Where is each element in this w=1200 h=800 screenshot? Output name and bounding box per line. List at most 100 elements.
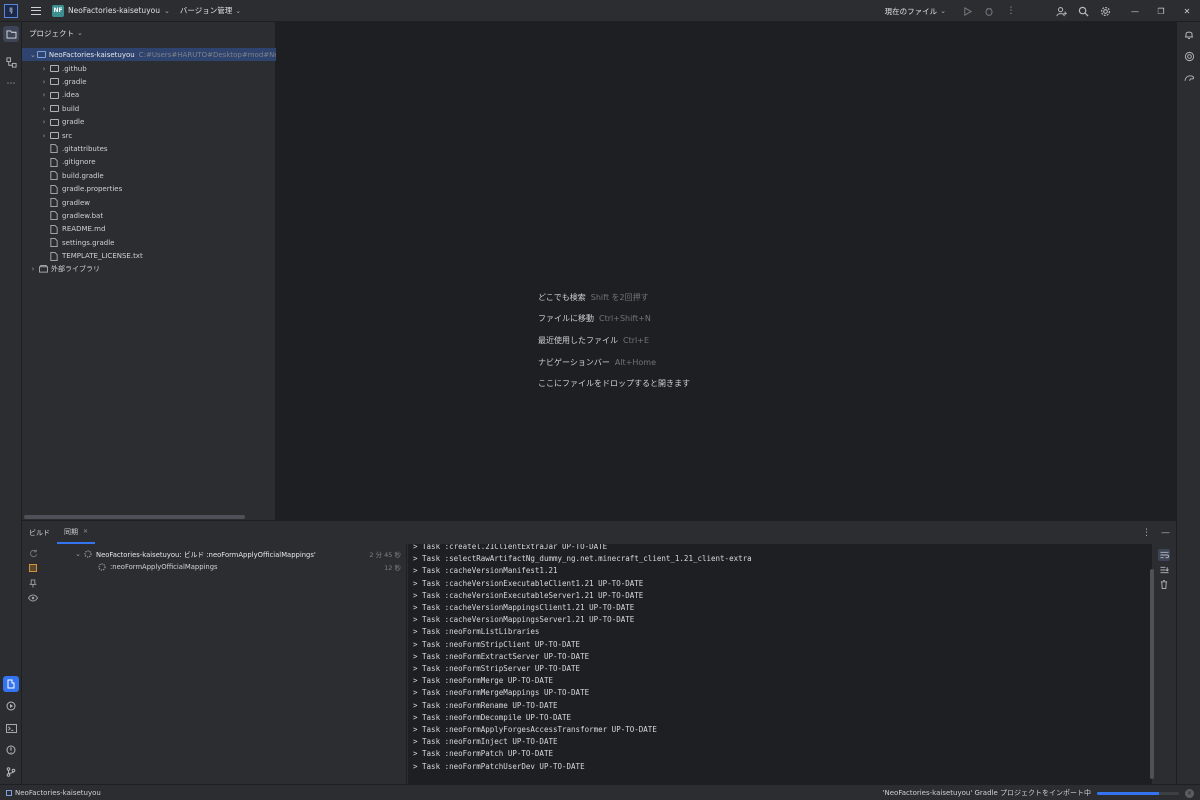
tab-build[interactable]: ビルド [22, 521, 57, 544]
more-options-icon[interactable]: ⋮ [1002, 2, 1020, 20]
build-tree-row[interactable]: ⌄ NeoFactories-kaisetuyou: ビルド :neoFormA… [44, 547, 407, 560]
hint-label: ファイルに移動 [538, 314, 594, 323]
project-badge: NF [52, 4, 64, 17]
stop-icon[interactable] [26, 561, 40, 575]
tree-item[interactable]: README.md [22, 223, 276, 236]
tree-item[interactable]: settings.gradle [22, 236, 276, 249]
ai-assistant-icon[interactable] [1181, 48, 1197, 64]
resync-icon[interactable] [26, 546, 40, 560]
structure-icon[interactable] [3, 54, 19, 70]
tab-sync[interactable]: 同期 ✕ [57, 521, 96, 544]
project-selector[interactable]: NF NeoFactories-kaisetuyou ⌄ [52, 4, 170, 17]
chevron-right-icon[interactable]: › [29, 265, 37, 273]
console-line: > Task :neoFormRename UP-TO-DATE [413, 700, 558, 710]
cancel-task-icon[interactable]: ✕ [1185, 788, 1194, 798]
folder-icon [49, 118, 59, 127]
chevron-right-icon[interactable]: › [40, 65, 48, 73]
search-icon[interactable] [1074, 2, 1092, 20]
pin-icon[interactable] [26, 576, 40, 590]
chevron-down-icon: ⌄ [940, 7, 946, 15]
file-icon [49, 251, 59, 261]
build-task-label: :neoFormApplyOfficialMappings [110, 562, 218, 571]
close-window-button[interactable]: ✕ [1174, 0, 1200, 22]
trash-icon[interactable] [1158, 578, 1170, 590]
console-line: > Task :neoFormInject UP-TO-DATE [413, 737, 558, 747]
more-options-icon[interactable]: ⋮ [1142, 528, 1151, 538]
hint-shortcut: Ctrl+E [623, 336, 649, 345]
problems-icon[interactable] [3, 742, 19, 758]
gear-icon[interactable] [1096, 2, 1114, 20]
tree-item[interactable]: build.gradle [22, 169, 276, 182]
chevron-right-icon[interactable]: › [40, 118, 48, 126]
folder-icon [49, 91, 59, 100]
folder-icon [49, 64, 59, 73]
build-task-label: NeoFactories-kaisetuyou: ビルド :neoFormApp… [96, 550, 316, 559]
tree-item[interactable]: .gitignore [22, 156, 276, 169]
console-line: > Task :neoFormPatchUserDev UP-TO-DATE [413, 761, 585, 771]
terminal-icon[interactable] [3, 720, 19, 736]
build-tool-icon[interactable] [3, 676, 19, 692]
add-user-icon[interactable] [1052, 2, 1070, 20]
debug-icon[interactable] [980, 2, 998, 20]
chevron-right-icon[interactable]: › [40, 78, 48, 86]
console-line: > Task :neoFormDecompile UP-TO-DATE [413, 712, 572, 722]
close-tab-icon[interactable]: ✕ [83, 528, 88, 535]
build-tree-row[interactable]: :neoFormApplyOfficialMappings 12 秒 [44, 560, 407, 573]
project-panel-header[interactable]: プロジェクト ⌄ [22, 22, 275, 44]
folder-icon [49, 77, 59, 86]
project-tool-icon[interactable] [3, 26, 19, 42]
tree-item[interactable]: gradlew.bat [22, 209, 276, 222]
hide-panel-icon[interactable]: — [1161, 528, 1170, 538]
build-task-time: 12 秒 [384, 563, 401, 572]
run-icon[interactable] [958, 2, 976, 20]
build-console-output[interactable]: > Task :createl.21ClientExtraJar UP-TO-D… [408, 544, 1152, 785]
main-menu-icon[interactable] [30, 5, 42, 17]
tree-root[interactable]: ⌄ NeoFactories-kaisetuyou C:#Users#HARUT… [22, 48, 276, 61]
horizontal-scrollbar[interactable] [24, 515, 245, 519]
minimize-button[interactable]: — [1122, 0, 1148, 22]
tree-item-label: .idea [62, 91, 80, 100]
chevron-right-icon[interactable]: › [40, 91, 48, 99]
chevron-down-icon: ⌄ [77, 29, 83, 37]
git-icon[interactable] [3, 764, 19, 780]
right-tool-strip [1176, 22, 1200, 784]
module-folder-icon [36, 50, 46, 59]
tree-item[interactable]: › src [22, 129, 276, 142]
tree-item-label: gradlew.bat [62, 211, 104, 220]
vcs-menu[interactable]: バージョン管理 ⌄ [180, 5, 241, 16]
tree-item[interactable]: gradlew [22, 196, 276, 209]
chevron-down-icon[interactable]: ⌄ [30, 51, 36, 59]
tree-item-label: README.md [62, 225, 106, 234]
tree-item[interactable]: › gradle [22, 116, 276, 129]
scroll-to-end-icon[interactable] [1158, 564, 1170, 576]
tree-item[interactable]: .gitattributes [22, 142, 276, 155]
more-tools-icon[interactable]: ⋯ [3, 76, 19, 92]
soft-wrap-icon[interactable] [1158, 549, 1170, 561]
notifications-icon[interactable] [1181, 26, 1197, 42]
run-tool-icon[interactable] [3, 698, 19, 714]
tree-item[interactable]: › .github [22, 62, 276, 75]
tree-item[interactable]: › build [22, 102, 276, 115]
console-line: > Task :cacheVersionManifest1.21 [413, 566, 558, 576]
run-config-selector[interactable]: 現在のファイル ⌄ [885, 6, 946, 17]
console-line: > Task :neoFormStripServer UP-TO-DATE [413, 664, 581, 673]
tree-item[interactable]: TEMPLATE_LICENSE.txt [22, 250, 276, 263]
chevron-right-icon[interactable]: › [40, 105, 48, 113]
chevron-right-icon[interactable]: › [40, 132, 48, 140]
tree-item-label: .github [62, 64, 87, 73]
tree-external-libraries[interactable]: › 外部ライブラリ [22, 262, 276, 275]
console-line: > Task :cacheVersionMappingsServer1.21 U… [413, 615, 635, 625]
tree-item-label: .gradle [62, 77, 87, 86]
status-project[interactable]: NeoFactories-kaisetuyou [6, 789, 101, 797]
tree-item[interactable]: › .idea [22, 89, 276, 102]
eye-icon[interactable] [26, 591, 40, 605]
restore-button[interactable]: ❐ [1148, 0, 1174, 22]
console-line: > Task :neoFormApplyForgesAccessTransfor… [413, 725, 657, 734]
status-task-text[interactable]: 'NeoFactories-kaisetuyou' Gradle プロジェクトを… [883, 788, 1091, 798]
gradle-icon[interactable] [1181, 70, 1197, 86]
chevron-down-icon[interactable]: ⌄ [74, 550, 82, 558]
tree-item[interactable]: gradle.properties [22, 183, 276, 196]
hint-shortcut: Shift を2回押す [590, 293, 649, 302]
tree-item[interactable]: › .gradle [22, 75, 276, 88]
current-file-label: 現在のファイル [884, 6, 938, 16]
